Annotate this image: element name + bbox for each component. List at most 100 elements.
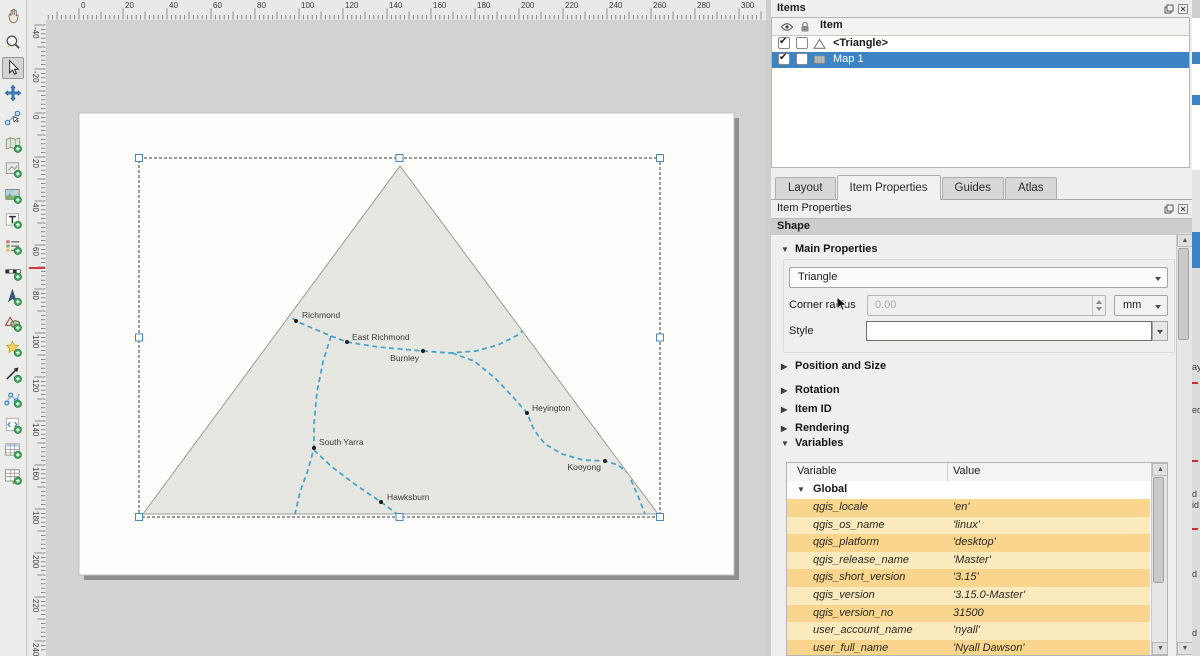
panel-scrollbar[interactable]: ▲ ▼ [1176,233,1193,656]
section-rotation[interactable]: ▶Rotation [781,384,840,396]
ruler-left: -40-20020406080100120140160180200220240 [27,20,47,656]
add-shape-tool[interactable] [3,313,23,333]
style-dropdown-button[interactable] [1152,321,1168,341]
section-main-properties[interactable]: ▼Main Properties [781,243,878,255]
variables-group-global[interactable]: ▼ Global [787,481,1167,499]
scroll-down-button[interactable]: ▼ [1177,642,1193,655]
corner-radius-spinbox[interactable]: 0.00 [867,295,1106,316]
station-dot [294,319,298,323]
add-label-tool[interactable] [3,210,23,230]
add-html-frame-tool[interactable] [3,415,23,435]
selection-handle [657,514,664,521]
lock-checkbox[interactable] [796,37,808,49]
sliver-strip [1192,268,1200,656]
variable-row[interactable]: qgis_platform'desktop' [787,534,1150,552]
variable-name: qgis_short_version [813,571,905,583]
scroll-down-button[interactable]: ▼ [1152,642,1168,655]
add-3d-map-tool[interactable] [3,159,23,179]
add-map-tool[interactable] [3,134,23,154]
variable-row[interactable]: user_account_name'nyall' [787,622,1150,640]
layout-canvas[interactable]: RichmondEast RichmondBurnleyHeyingtonSou… [46,20,766,656]
ruler-top-label: 120 [345,2,358,10]
ruler-cursor-marker [29,267,45,269]
variable-row[interactable]: qgis_locale'en' [787,499,1150,517]
variable-name: qgis_release_name [813,554,909,566]
ruler-corner [27,0,47,21]
variable-row[interactable]: qgis_version'3.15.0-Master' [787,587,1150,605]
add-north-arrow-tool[interactable] [3,287,23,307]
edit-nodes-item-tool[interactable] [3,108,23,128]
section-variables[interactable]: ▼Variables [781,437,843,449]
visibility-column-eye-icon [780,20,794,34]
visibility-checkbox[interactable] [778,37,790,49]
add-picture-tool[interactable] [3,185,23,205]
ruler-left-label: 60 [31,247,39,256]
variable-row[interactable]: qgis_version_no31500 [787,605,1150,623]
item-row[interactable]: Map 1 [772,52,1189,68]
section-rendering[interactable]: ▶Rendering [781,422,849,434]
section-position-and-size[interactable]: ▶Position and Size [781,360,886,372]
variable-name: qgis_version [813,589,875,601]
item-row[interactable]: <Triangle> [772,36,1189,52]
add-arrow-tool[interactable] [3,364,23,384]
props-float-button[interactable] [1163,203,1174,214]
add-scalebar-tool[interactable] [3,262,23,282]
zoom-tool[interactable] [3,32,23,52]
station-label: South Yarra [319,437,364,447]
items-panel-title: Items [777,2,806,14]
variables-table[interactable]: Variable Value ▼ Global qgis_locale'en'q… [786,462,1168,656]
ruler-left-label: 40 [31,203,39,212]
ruler-top-label: 80 [257,2,266,10]
style-preview-button[interactable] [866,321,1152,341]
shape-type-combobox[interactable]: Triangle [789,267,1168,288]
unit-combobox[interactable]: mm [1114,295,1168,316]
spinner-buttons[interactable] [1092,296,1105,315]
add-attribute-table-tool[interactable] [3,440,23,460]
ruler-left-label: 0 [31,115,39,119]
tab-item-properties[interactable]: Item Properties [837,175,941,200]
variable-name: qgis_locale [813,501,868,513]
select-move-item-tool[interactable] [2,57,24,79]
sliver-red-mark [1192,528,1198,530]
ruler-left-label: 160 [31,467,39,480]
ruler-top-label: 20 [125,2,134,10]
collapse-arrow-icon: ▼ [781,439,795,448]
sliver-strip [1192,232,1200,268]
ruler-left-label: 180 [31,511,39,524]
lock-checkbox[interactable] [796,53,808,65]
ruler-top-label: 300 [741,2,754,10]
variable-row[interactable]: qgis_release_name'Master' [787,552,1150,570]
variable-name: qgis_os_name [813,519,885,531]
station-label: Hawksburn [387,492,430,502]
variable-row[interactable]: user_full_name'Nyall Dawson' [787,640,1150,656]
props-close-button[interactable] [1177,203,1188,214]
lock-column-lock-icon [798,20,812,34]
items-panel-titlebar: Items [771,0,1192,17]
ruler-left-label: 220 [31,599,39,612]
scroll-up-button[interactable]: ▲ [1177,234,1193,247]
variables-table-scrollbar[interactable]: ▲ ▼ [1151,463,1168,655]
pan-tool[interactable] [3,6,23,26]
items-close-button[interactable] [1177,3,1188,14]
add-fixed-table-tool[interactable] [3,466,23,486]
add-marker-tool[interactable] [3,338,23,358]
items-float-button[interactable] [1163,3,1174,14]
visibility-checkbox[interactable] [778,53,790,65]
sliver-text-fragment: d [1192,569,1197,579]
sliver-strip [1192,0,1200,18]
tab-guides[interactable]: Guides [942,177,1004,199]
variable-value: '3.15' [953,571,979,583]
scroll-up-button[interactable]: ▲ [1152,463,1168,476]
variable-row[interactable]: qgis_short_version '3.15' [787,569,1150,587]
tab-layout[interactable]: Layout [775,177,836,199]
add-node-item-tool[interactable] [3,389,23,409]
items-list[interactable]: Item <Triangle>Map 1 [771,17,1190,168]
move-item-content-tool[interactable] [3,83,23,103]
selection-handle [396,514,403,521]
section-item-id[interactable]: ▶Item ID [781,403,832,415]
sliver-text-fragment: d [1192,628,1197,638]
add-legend-tool[interactable] [3,236,23,256]
variable-name: qgis_version_no [813,607,893,619]
variable-row[interactable]: qgis_os_name'linux' [787,517,1150,535]
tab-atlas[interactable]: Atlas [1005,177,1057,199]
